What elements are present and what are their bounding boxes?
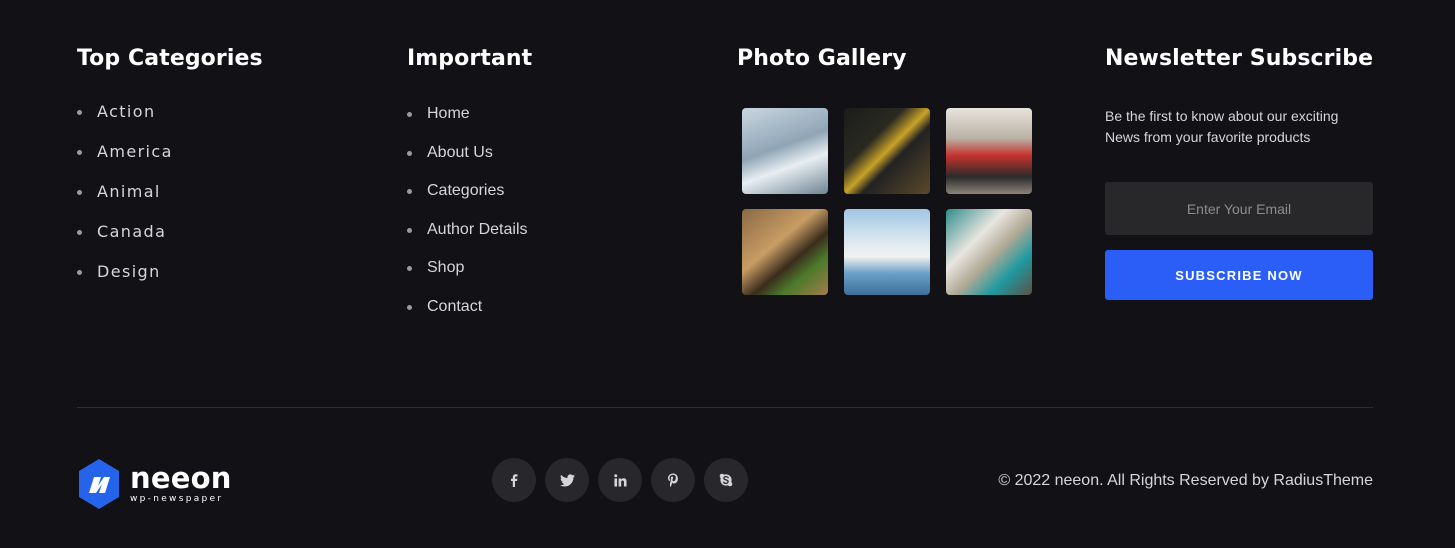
linkedin-icon [613,473,627,487]
logo-name: neeon [130,461,232,495]
photo-gallery-grid [742,108,1032,295]
top-categories-section: Top Categories Action America Animal Can… [77,44,263,292]
neeon-logo-icon [79,459,119,509]
newsletter-section: Newsletter Subscribe Be the first to kno… [1105,44,1373,300]
link-categories[interactable]: Categories [407,172,532,211]
logo-tagline: wp-newspaper [130,494,224,504]
gallery-photo-motocross[interactable] [742,209,828,295]
top-categories-list: Action America Animal Canada Design [77,92,263,292]
pinterest-icon [668,473,678,487]
category-item-canada[interactable]: Canada [77,212,263,252]
logo-text: neeon wp-newspaper [130,461,232,505]
top-categories-title: Top Categories [77,46,263,71]
category-item-america[interactable]: America [77,132,263,172]
pinterest-button[interactable] [651,458,695,502]
category-item-animal[interactable]: Animal [77,172,263,212]
category-item-action[interactable]: Action [77,92,263,132]
newsletter-description: Be the first to know about our exciting … [1105,108,1339,145]
subscribe-button[interactable]: SUBSCRIBE NOW [1105,250,1373,300]
link-contact[interactable]: Contact [407,288,532,327]
important-title: Important [407,46,533,71]
twitter-button[interactable] [545,458,589,502]
important-section: Important Home About Us Categories Autho… [407,44,532,326]
facebook-button[interactable] [492,458,536,502]
twitter-icon [559,473,575,486]
link-home[interactable]: Home [407,95,532,134]
gallery-photo-cyclists[interactable] [946,108,1032,194]
facebook-icon [511,474,518,487]
link-author-details[interactable]: Author Details [407,211,532,250]
photo-gallery-title: Photo Gallery [737,46,907,71]
link-about-us[interactable]: About Us [407,134,532,173]
newsletter-email-input[interactable] [1105,182,1373,235]
newsletter-title: Newsletter Subscribe [1105,46,1374,71]
category-item-design[interactable]: Design [77,252,263,292]
linkedin-button[interactable] [598,458,642,502]
skype-icon [719,473,733,487]
gallery-photo-santorini[interactable] [844,209,930,295]
site-logo[interactable]: neeon wp-newspaper [77,458,232,510]
copyright-text: © 2022 neeon. All Rights Reserved by Rad… [998,472,1373,489]
photo-gallery-section: Photo Gallery [737,44,1032,295]
gallery-photo-surfer[interactable] [742,108,828,194]
footer-divider [77,407,1373,408]
gallery-photo-soccer-player[interactable] [844,108,930,194]
skype-button[interactable] [704,458,748,502]
link-shop[interactable]: Shop [407,249,532,288]
gallery-photo-pool-lounge[interactable] [946,209,1032,295]
important-links-list: Home About Us Categories Author Details … [407,95,532,326]
social-links [492,458,748,502]
